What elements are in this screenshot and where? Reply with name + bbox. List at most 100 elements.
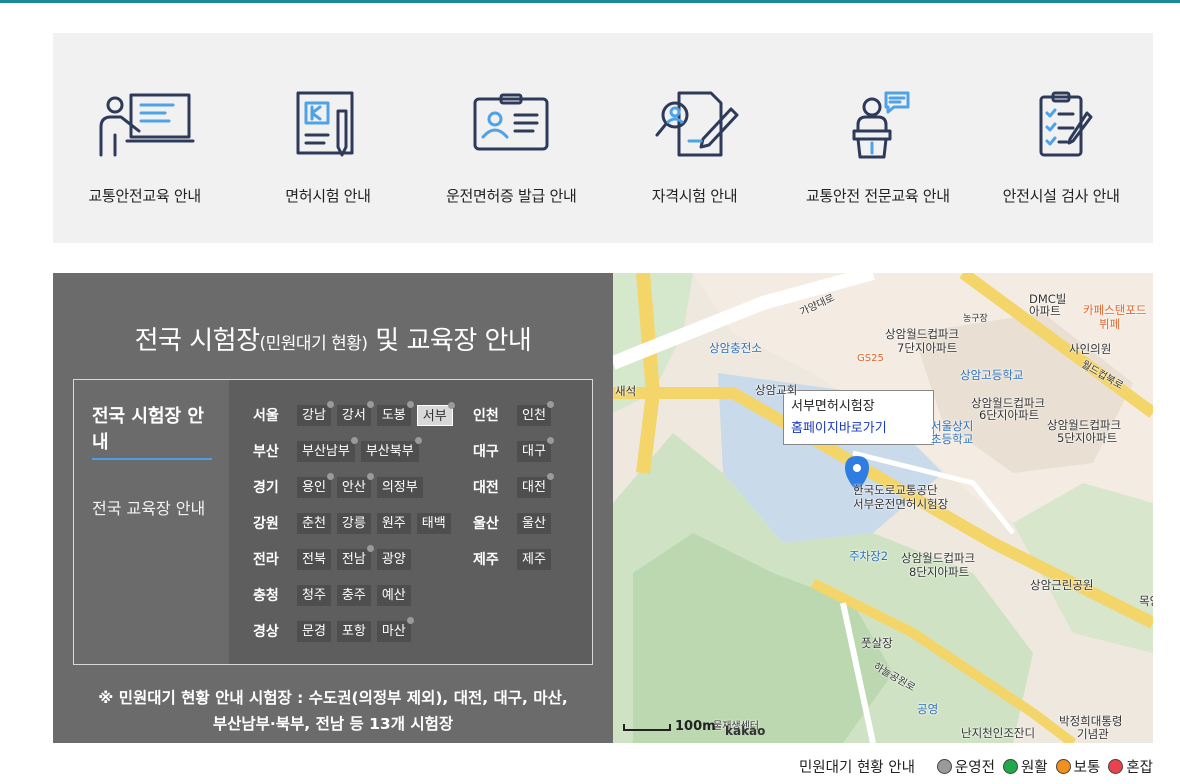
legend-item-smooth: 원활 [1002,756,1048,777]
center-button-label: 청주 [302,587,326,603]
map-label: 6단지아파트 [979,408,1040,422]
center-button[interactable]: 포항 [336,620,371,642]
center-button[interactable]: 원주 [376,512,411,534]
quick-item-professional-education[interactable]: 교통안전 전문교육 안내 [786,33,969,243]
center-button[interactable]: 용인 [297,472,334,498]
map-label: 초등학교 [931,432,974,446]
center-button[interactable]: 전북 [297,548,331,570]
license-book-pen-icon [296,91,354,157]
region-row: 서울 강남 강서 도봉 서부 [253,400,459,426]
map-label: 8단지아파트 [909,565,970,579]
center-button[interactable]: 부산남부 [297,436,358,462]
center-button-label: 의정부 [381,479,418,495]
nav-education-centers[interactable]: 전국 교육장 안내 [92,496,212,521]
center-button[interactable]: 강남 [297,400,334,426]
red-dot-icon [1108,759,1124,774]
region-row: 경기 용인 안산 의정부 [253,472,429,498]
center-button-label: 충주 [341,587,366,603]
region-row: 대구 대구 [473,436,557,462]
center-button-label: 제주 [522,551,546,567]
center-button[interactable]: 광양 [376,548,411,570]
region-name: 경기 [253,480,279,496]
center-button[interactable]: 문경 [297,620,331,642]
panel-title: 전국 시험장(민원대기 현황) 및 교육장 안내 [53,320,613,357]
center-button-label: 부산남부 [302,443,350,459]
map-label: 난지천인조잔디 [961,726,1036,740]
center-button[interactable]: 청주 [297,584,331,606]
status-dot-icon [366,472,374,480]
center-button[interactable]: 춘천 [297,512,331,534]
quick-item-license-test[interactable]: 면허시험 안내 [236,33,419,243]
center-button-label: 전남 [341,551,366,567]
status-dot-icon [546,436,554,444]
nav-test-centers-label: 전국 시험장 안내 [92,404,212,460]
center-button[interactable]: 충주 [336,584,371,606]
center-button[interactable]: 제주 [517,548,551,570]
map-label: 5단지아파트 [1057,431,1118,445]
legend-label: 혼잡 [1126,760,1153,776]
center-button-label: 강서 [341,407,366,423]
region-name: 울산 [473,516,499,532]
map-label: 농구장 [963,314,988,324]
top-accent-line [0,0,1180,3]
quick-item-label: 교통안전 전문교육 안내 [805,187,950,205]
quick-item-safety-facility-inspection[interactable]: 안전시설 검사 안내 [969,33,1152,243]
center-button-label: 강남 [302,407,326,423]
center-button[interactable]: 강릉 [336,512,371,534]
center-button[interactable]: 울산 [517,512,551,534]
quick-menu: 교통안전교육 안내 면허시험 안내 운전면허증 발급 안내 자격시험 안내 교통… [53,33,1153,243]
map-label: 상암충전소 [709,341,762,355]
center-button[interactable]: 도봉 [376,400,414,426]
region-name: 충청 [253,588,279,604]
homepage-link[interactable]: 홈페이지바로가기 [791,418,926,440]
location-map[interactable]: 서부면허시험장 홈페이지바로가기 한국도로교통공단 서부운전면허시험장 DMC빌… [613,273,1153,743]
nav-test-centers[interactable]: 전국 시험장 안내 [92,404,212,460]
legend-label: 운영전 [954,760,995,776]
center-button[interactable]: 마산 [376,616,414,642]
lecturer-podium-icon [852,91,910,159]
status-dot-icon [366,400,374,408]
center-button[interactable]: 강서 [336,400,374,426]
region-row: 제주 제주 [473,548,557,570]
panel-title-small: (민원대기 현황) [259,334,369,354]
center-button[interactable]: 전남 [336,544,374,570]
center-button[interactable]: 부산북부 [360,436,422,462]
center-button[interactable]: 인천 [517,400,554,426]
status-legend: 민원대기 현황 안내 운영전 원활 보통 혼잡 [799,756,1153,777]
center-button-label: 강릉 [341,515,366,531]
center-button[interactable]: 서부 [416,401,455,426]
center-button[interactable]: 안산 [336,472,374,498]
marker-label: 한국도로교통공단 [853,483,938,497]
quick-item-label: 자격시험 안내 [651,187,738,205]
id-card-icon [473,93,549,151]
center-button[interactable]: 예산 [376,584,411,606]
center-button-label: 원주 [381,515,406,531]
center-button-label: 춘천 [302,515,326,531]
region-name: 인천 [473,408,499,424]
clipboard-checklist-icon [1039,91,1093,157]
center-button[interactable]: 의정부 [376,476,423,498]
center-button[interactable]: 태백 [416,512,451,534]
green-dot-icon [1002,759,1018,774]
center-button-label: 대전 [522,479,546,495]
quick-item-label: 안전시설 검사 안내 [1002,187,1120,205]
scale-label: 100m [675,719,716,734]
quick-item-license-issue[interactable]: 운전면허증 발급 안내 [420,33,603,243]
map-label: 상암월드컵파크 [885,327,960,341]
map-label: 뷔페 [1099,317,1121,331]
center-button-label: 부산북부 [365,443,414,459]
center-button[interactable]: 대전 [517,472,554,498]
center-nav: 전국 시험장 안내 전국 교육장 안내 [74,380,229,664]
region-row: 충청 청주 충주 예산 [253,584,417,606]
map-label: 기념관 [1077,727,1109,741]
map-label: 상암고등학교 [960,368,1024,382]
region-row: 강원 춘천 강릉 원주 태백 [253,512,457,534]
map-label: 새석 [615,384,637,398]
center-button[interactable]: 대구 [517,436,554,462]
region-name: 대구 [473,444,499,460]
quick-item-traffic-safety-education[interactable]: 교통안전교육 안내 [53,33,236,243]
panel-title-main-2: 및 교육장 안내 [367,326,532,356]
status-note-line: 부산남부·북부, 전남 등 13개 시험장 [212,715,454,733]
quick-item-qualification-exam[interactable]: 자격시험 안내 [603,33,786,243]
quick-item-label: 면허시험 안내 [285,187,371,205]
